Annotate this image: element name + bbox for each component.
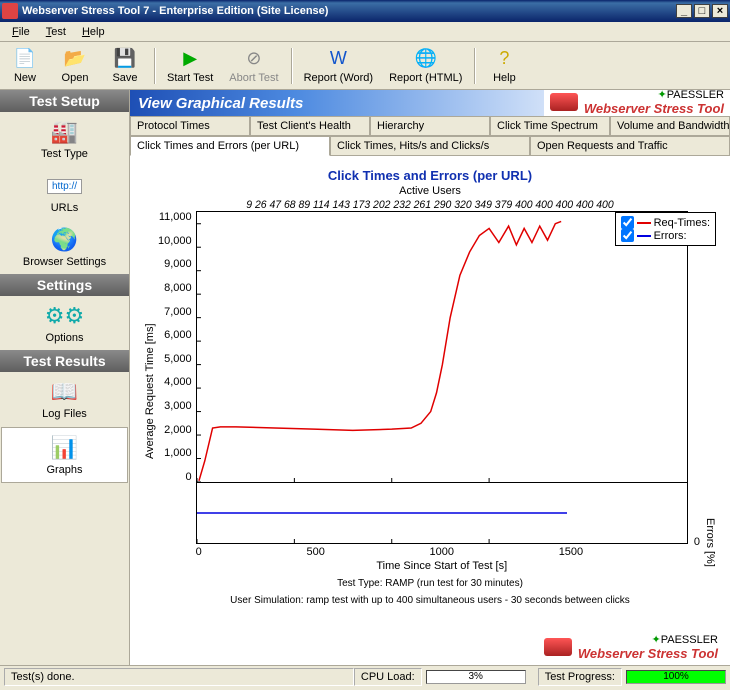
- report-html-button[interactable]: 🌐Report (HTML): [381, 46, 470, 86]
- report-word-button[interactable]: WReport (Word): [296, 46, 381, 86]
- brand-icon: [544, 638, 572, 656]
- y2-axis-ticks: 0: [692, 536, 702, 548]
- maximize-button[interactable]: □: [694, 4, 710, 18]
- chart-icon: 📊: [51, 434, 78, 462]
- test-progress-bar: 100%: [626, 670, 726, 684]
- help-icon: ?: [493, 48, 515, 70]
- legend-label: Req-Times:: [654, 217, 710, 229]
- toolbar: 📄New 📂Open 💾Save ▶Start Test ⊘Abort Test…: [0, 42, 730, 90]
- toolbar-separator: [154, 48, 155, 84]
- brand-icon: [550, 93, 578, 111]
- sidebar-item-urls[interactable]: http://URLs: [0, 166, 129, 220]
- legend-label: Errors:: [654, 230, 687, 242]
- chart-panel: Click Times and Errors (per URL) Active …: [130, 156, 730, 665]
- save-button[interactable]: 💾Save: [100, 46, 150, 86]
- errors-subplot: [197, 482, 687, 543]
- open-button[interactable]: 📂Open: [50, 46, 100, 86]
- chart-subtitle: Active Users: [142, 185, 718, 197]
- help-button[interactable]: ?Help: [479, 46, 529, 86]
- sidebar-item-graphs[interactable]: 📊Graphs: [1, 427, 128, 483]
- menu-test[interactable]: Test: [38, 24, 74, 40]
- tab-click-time-spectrum[interactable]: Click Time Spectrum: [490, 116, 610, 135]
- sidebar: Test Setup 🏭Test Type http://URLs 🌍Brows…: [0, 90, 130, 665]
- toolbar-separator: [474, 48, 475, 84]
- cpu-load-label: CPU Load:: [354, 668, 422, 686]
- status-text: Test(s) done.: [4, 668, 354, 686]
- y-axis-ticks: 11,00010,0009,0008,0007,0006,0005,0004,0…: [158, 211, 196, 483]
- sidebar-item-options[interactable]: ⚙⚙Options: [0, 296, 129, 350]
- sidebar-item-test-type[interactable]: 🏭Test Type: [0, 112, 129, 166]
- open-icon: 📂: [64, 48, 86, 70]
- brand-publisher: PAESSLER: [661, 634, 718, 646]
- tabs-row-lower: Click Times and Errors (per URL)Click Ti…: [130, 136, 730, 156]
- branding-footer: ✦PAESSLER Webserver Stress Tool: [538, 631, 724, 663]
- brand-publisher: PAESSLER: [667, 89, 724, 101]
- tab-protocol-times[interactable]: Protocol Times: [130, 116, 250, 135]
- sidebar-item-log-files[interactable]: 📖Log Files: [0, 372, 129, 426]
- y-axis-label: Average Request Time [ms]: [142, 211, 158, 572]
- word-icon: W: [327, 48, 349, 70]
- status-bar: Test(s) done. CPU Load: 3% Test Progress…: [0, 665, 730, 687]
- x-axis-label: Time Since Start of Test [s]: [196, 560, 688, 572]
- brand-product: Webserver Stress Tool: [578, 646, 718, 661]
- close-button[interactable]: ×: [712, 4, 728, 18]
- new-icon: 📄: [14, 48, 36, 70]
- active-users-axis: 9264768891141431732022322612903203493794…: [156, 199, 703, 211]
- chart-footer-1: Test Type: RAMP (run test for 30 minutes…: [142, 578, 718, 589]
- save-icon: 💾: [114, 48, 136, 70]
- tab-hierarchy[interactable]: Hierarchy: [370, 116, 490, 135]
- chart-plot: [196, 211, 688, 544]
- window-title: Webserver Stress Tool 7 - Enterprise Edi…: [22, 5, 674, 17]
- sidebar-item-browser-settings[interactable]: 🌍Browser Settings: [0, 220, 129, 274]
- stop-icon: ⊘: [243, 48, 265, 70]
- brand-product: Webserver Stress Tool: [584, 101, 724, 116]
- cpu-load-bar: 3%: [426, 670, 526, 684]
- tab-volume-and-bandwidth[interactable]: Volume and Bandwidth: [610, 116, 730, 135]
- legend-swatch: [637, 235, 651, 237]
- menu-bar: File Test Help: [0, 22, 730, 42]
- y2-axis-label: Errors [%]: [702, 518, 718, 567]
- new-button[interactable]: 📄New: [0, 46, 50, 86]
- test-type-icon: 🏭: [51, 118, 78, 146]
- minimize-button[interactable]: _: [676, 4, 692, 18]
- menu-help[interactable]: Help: [74, 24, 113, 40]
- url-icon: http://: [47, 172, 82, 200]
- globe-icon: 🌍: [51, 226, 78, 254]
- branding: ✦PAESSLER Webserver Stress Tool: [544, 90, 730, 114]
- play-icon: ▶: [179, 48, 201, 70]
- tab-click-times-hits-s-and-clicks-s[interactable]: Click Times, Hits/s and Clicks/s: [330, 136, 530, 155]
- chart-svg: [197, 212, 567, 482]
- menu-file[interactable]: File: [4, 24, 38, 40]
- legend-check[interactable]: [621, 229, 634, 242]
- content-header: View Graphical Results: [130, 90, 544, 116]
- toolbar-separator: [291, 48, 292, 84]
- log-icon: 📖: [51, 378, 78, 406]
- tab-click-times-and-errors-per-url-[interactable]: Click Times and Errors (per URL): [130, 136, 330, 156]
- tab-open-requests-and-traffic[interactable]: Open Requests and Traffic: [530, 136, 730, 155]
- chart-footer-2: User Simulation: ramp test with up to 40…: [142, 595, 718, 606]
- chart-legend: Req-Times:Errors:: [615, 212, 716, 246]
- content-area: View Graphical Results ✦PAESSLER Webserv…: [130, 90, 730, 665]
- legend-swatch: [637, 222, 651, 224]
- chart-title: Click Times and Errors (per URL): [142, 168, 718, 183]
- app-icon: [2, 3, 18, 19]
- tabs-row-upper: Protocol TimesTest Client's HealthHierar…: [130, 116, 730, 136]
- start-test-button[interactable]: ▶Start Test: [159, 46, 221, 86]
- title-bar: Webserver Stress Tool 7 - Enterprise Edi…: [0, 0, 730, 22]
- tab-test-client-s-health[interactable]: Test Client's Health: [250, 116, 370, 135]
- sidebar-section-settings: Settings: [0, 274, 129, 296]
- html-icon: 🌐: [415, 48, 437, 70]
- sidebar-section-test-setup: Test Setup: [0, 90, 129, 112]
- legend-check[interactable]: [621, 216, 634, 229]
- sidebar-section-test-results: Test Results: [0, 350, 129, 372]
- test-progress-label: Test Progress:: [538, 668, 622, 686]
- x-axis-ticks: 050010001500: [196, 544, 688, 558]
- abort-test-button[interactable]: ⊘Abort Test: [221, 46, 286, 86]
- gear-icon: ⚙⚙: [45, 302, 84, 330]
- errors-svg: [197, 483, 567, 543]
